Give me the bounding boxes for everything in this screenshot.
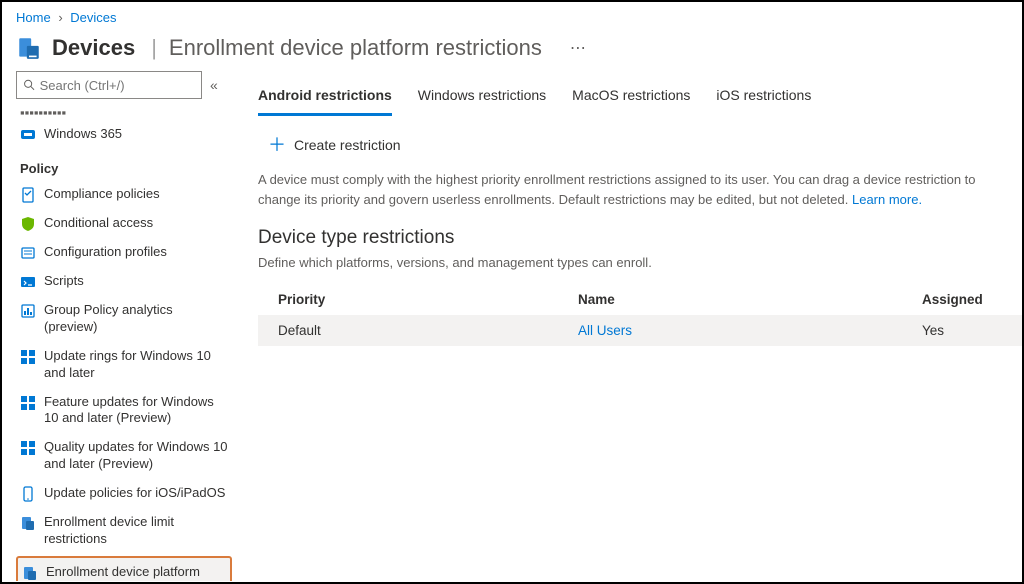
compliance-icon	[20, 187, 36, 203]
col-priority[interactable]: Priority	[278, 292, 578, 307]
chevron-right-icon: ›	[58, 10, 62, 25]
main-content: Android restrictions Windows restriction…	[234, 71, 1022, 581]
col-assigned[interactable]: Assigned	[922, 292, 1002, 307]
page-header: Devices | Enrollment device platform res…	[2, 29, 1022, 71]
windows-icon	[20, 440, 36, 456]
sidebar-item-config[interactable]: Configuration profiles	[16, 238, 232, 267]
truncated-indicator: ▪▪▪▪▪▪▪▪▪▪	[16, 105, 232, 120]
restrictions-table: Priority Name Assigned Default All Users…	[258, 284, 1022, 346]
col-name[interactable]: Name	[578, 292, 922, 307]
cell-assigned: Yes	[922, 323, 1002, 338]
tab-ios[interactable]: iOS restrictions	[716, 81, 811, 116]
description-text: A device must comply with the highest pr…	[258, 170, 1022, 209]
cell-priority: Default	[278, 323, 578, 338]
table-header-row: Priority Name Assigned	[258, 284, 1022, 315]
profile-icon	[20, 245, 36, 261]
learn-more-link[interactable]: Learn more.	[852, 192, 922, 207]
collapse-sidebar-icon[interactable]: «	[210, 77, 218, 93]
sidebar-item-update-rings[interactable]: Update rings for Windows 10 and later	[16, 342, 232, 388]
windows-icon	[20, 349, 36, 365]
plus-icon: ＋	[268, 136, 286, 154]
breadcrumb: Home › Devices	[2, 2, 1022, 29]
breadcrumb-home[interactable]: Home	[16, 10, 51, 25]
devices-icon	[16, 35, 42, 61]
windows-icon	[20, 395, 36, 411]
analytics-icon	[20, 303, 36, 319]
search-icon	[23, 78, 36, 92]
create-restriction-button[interactable]: ＋ Create restriction	[268, 136, 401, 154]
sidebar-item-ios-updates[interactable]: Update policies for iOS/iPadOS	[16, 479, 232, 508]
page-title: Devices	[52, 35, 135, 61]
sidebar-item-windows365[interactable]: Windows 365	[16, 120, 232, 149]
cell-name[interactable]: All Users	[578, 323, 922, 338]
platform-icon	[22, 565, 38, 581]
breadcrumb-devices[interactable]: Devices	[70, 10, 116, 25]
tab-macos[interactable]: MacOS restrictions	[572, 81, 690, 116]
table-row[interactable]: Default All Users Yes	[258, 315, 1022, 346]
shield-icon	[20, 216, 36, 232]
sidebar-item-compliance[interactable]: Compliance policies	[16, 180, 232, 209]
tab-android[interactable]: Android restrictions	[258, 81, 392, 116]
sidebar-item-quality-updates[interactable]: Quality updates for Windows 10 and later…	[16, 433, 232, 479]
tabs: Android restrictions Windows restriction…	[258, 81, 1022, 116]
sidebar-section-policy: Policy	[16, 149, 232, 180]
cloud-pc-icon	[20, 127, 36, 143]
tab-windows[interactable]: Windows restrictions	[418, 81, 546, 116]
mobile-icon	[20, 486, 36, 502]
sidebar-item-platform-restrictions[interactable]: Enrollment device platform restrictions	[16, 556, 232, 581]
sidebar-item-feature-updates[interactable]: Feature updates for Windows 10 and later…	[16, 388, 232, 434]
sidebar-item-scripts[interactable]: Scripts	[16, 267, 232, 296]
more-icon[interactable]: ⋯	[570, 38, 587, 58]
sidebar-item-conditional[interactable]: Conditional access	[16, 209, 232, 238]
search-input-wrapper[interactable]	[16, 71, 202, 99]
section-subtext: Define which platforms, versions, and ma…	[258, 255, 1022, 270]
page-subtitle: Enrollment device platform restrictions	[169, 35, 542, 61]
sidebar-item-limit-restrictions[interactable]: Enrollment device limit restrictions	[16, 508, 232, 554]
sidebar: « ▪▪▪▪▪▪▪▪▪▪ Windows 365 Policy Complian…	[2, 71, 234, 581]
scripts-icon	[20, 274, 36, 290]
limit-icon	[20, 515, 36, 531]
sidebar-item-gpo[interactable]: Group Policy analytics (preview)	[16, 296, 232, 342]
section-heading: Device type restrictions	[258, 227, 1022, 249]
search-input[interactable]	[40, 78, 195, 93]
